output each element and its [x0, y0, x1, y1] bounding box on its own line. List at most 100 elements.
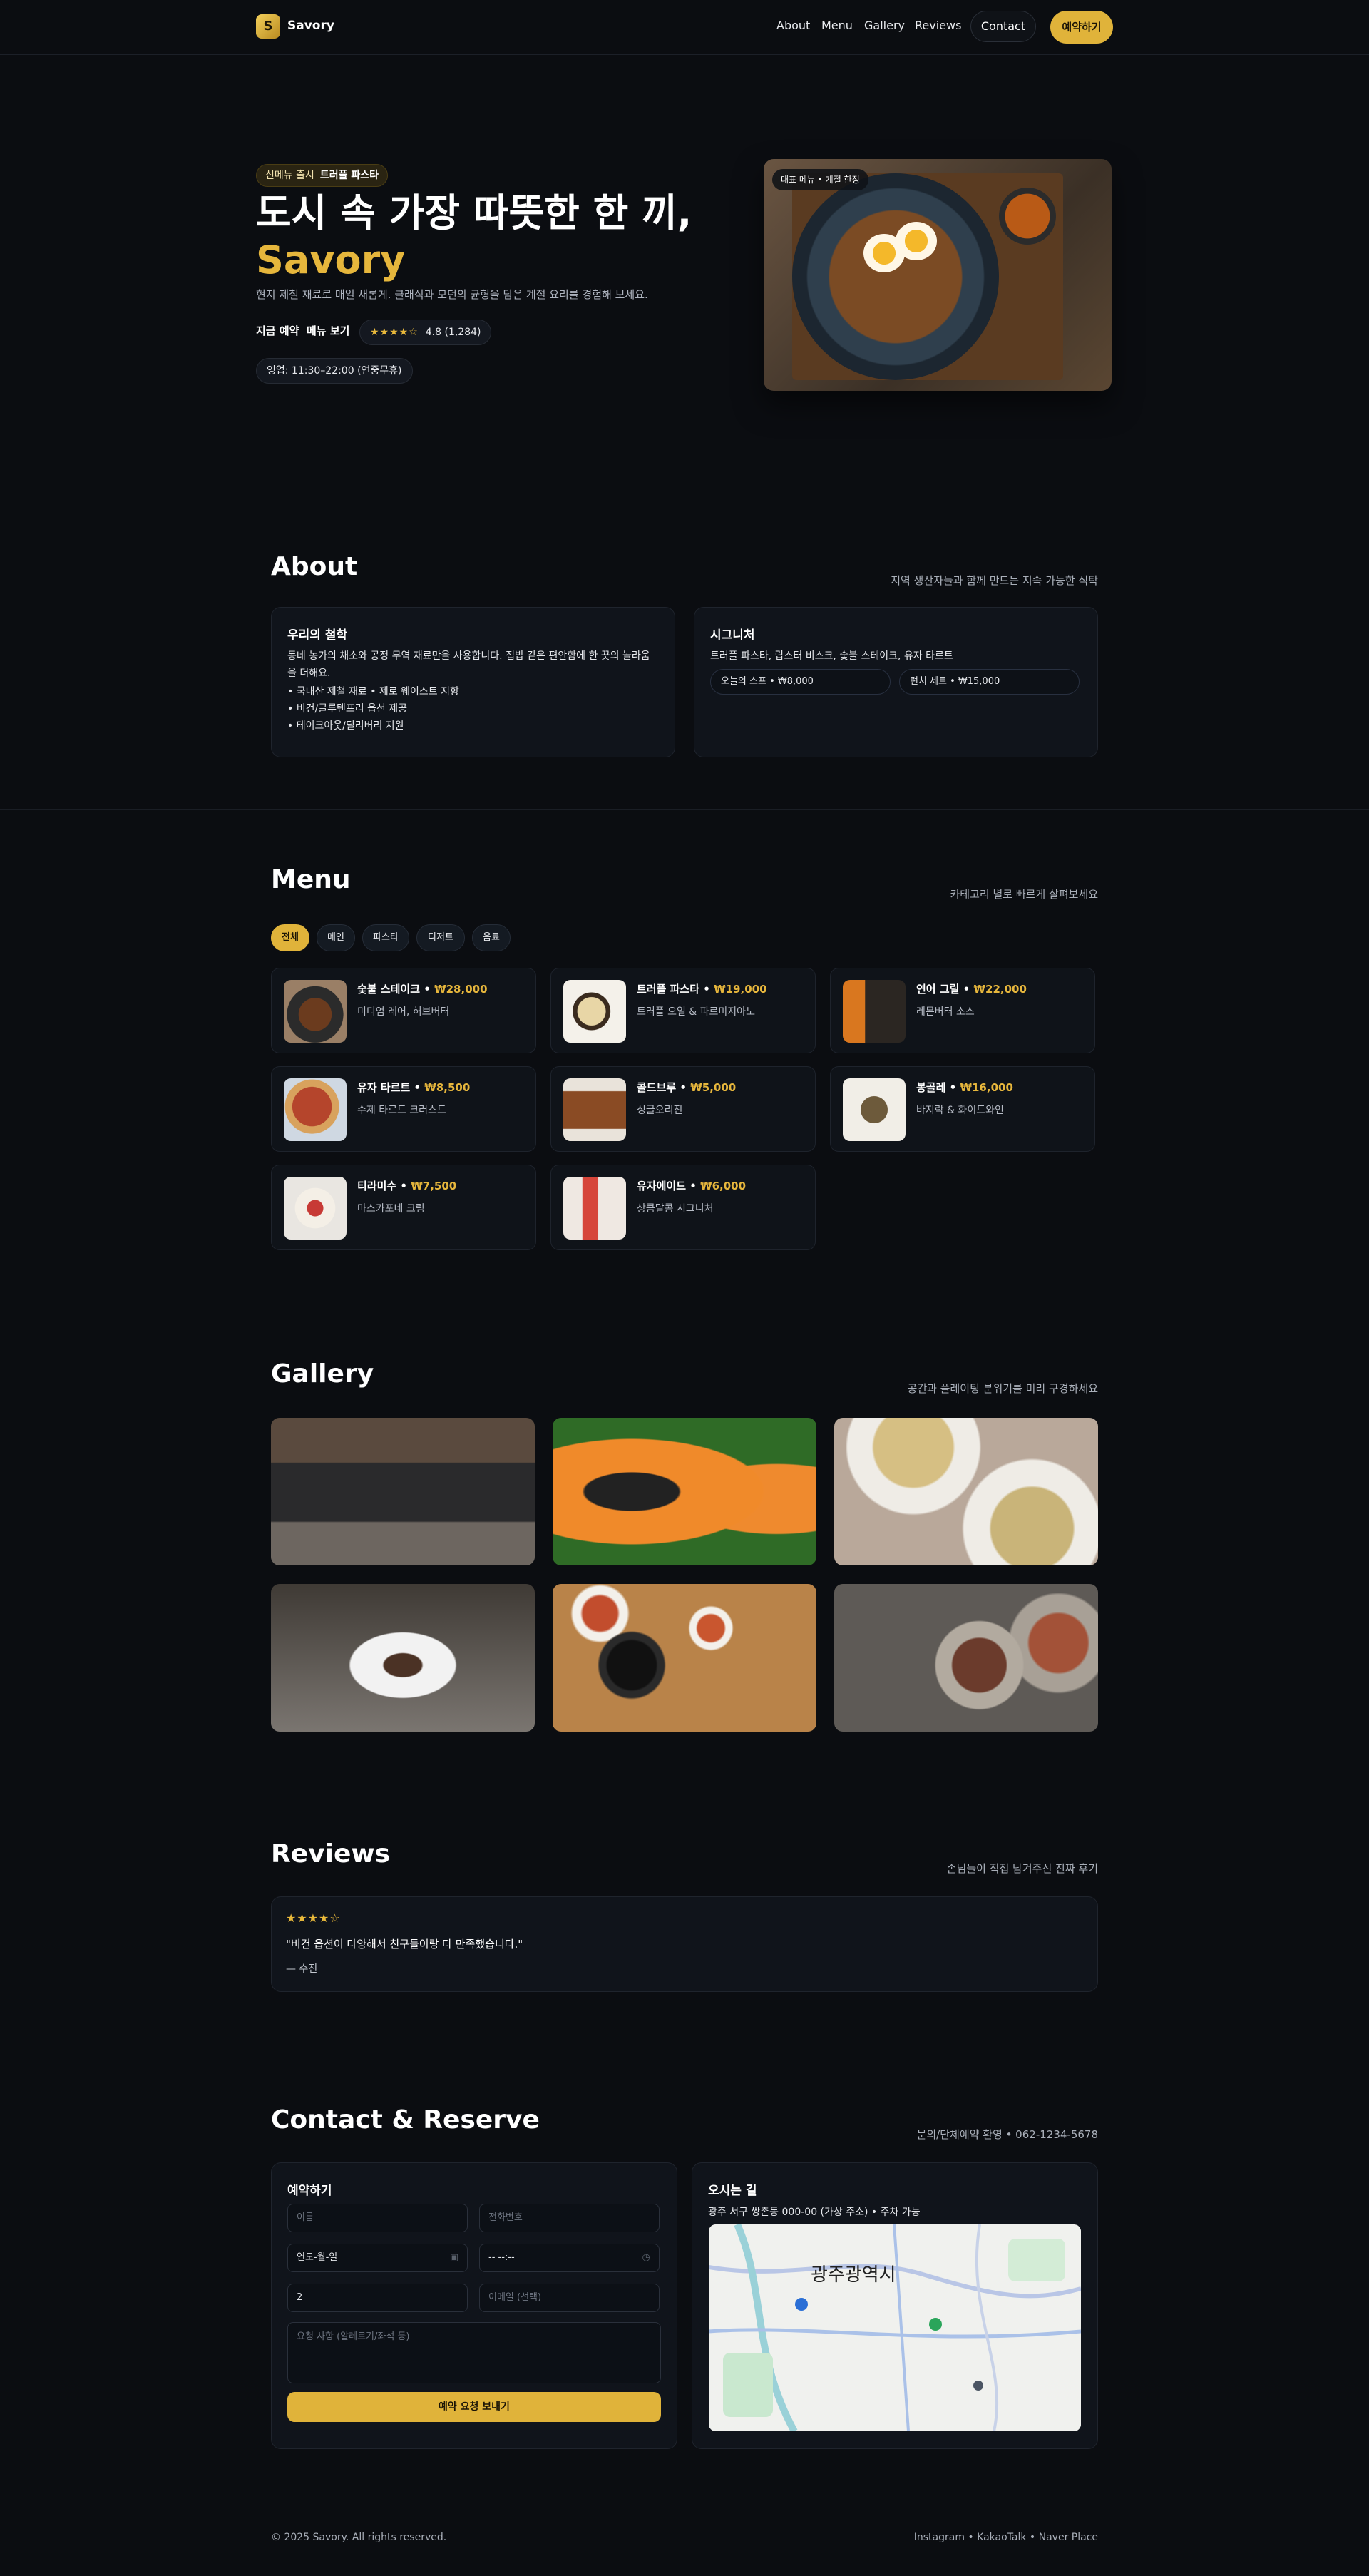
- philosophy-card: 우리의 철학 동네 농가의 채소와 공정 무역 재료만을 사용합니다. 집밥 같…: [271, 607, 675, 757]
- location-map[interactable]: 광주광역시: [709, 2224, 1081, 2431]
- name-field[interactable]: 이름: [287, 2204, 468, 2232]
- menu-item-card[interactable]: 연어 그릴 • ₩22,000 레몬버터 소스: [830, 968, 1095, 1053]
- menu-item-name: 콜드브루 • ₩5,000: [637, 1081, 737, 1094]
- email-field[interactable]: 이메일 (선택): [479, 2284, 660, 2312]
- guests-field[interactable]: 2: [287, 2284, 468, 2312]
- menu-item-desc: 트러플 오일 & 파르미지아노: [637, 1006, 755, 1018]
- lunch-chip: 런치 세트 • ₩15,000: [899, 669, 1080, 695]
- philosophy-title: 우리의 철학: [287, 628, 348, 643]
- yuzu-ade-thumb: [563, 1177, 626, 1240]
- tiramisu-thumb: [284, 1177, 347, 1240]
- menu-item-desc: 바지락 & 화이트와인: [916, 1105, 1004, 1116]
- date-field[interactable]: 연도-월-일 ▣: [287, 2244, 468, 2272]
- menu-item-desc: 싱글오리진: [637, 1105, 683, 1116]
- tart-thumb: [284, 1078, 347, 1141]
- filter-drink[interactable]: 음료: [472, 924, 511, 951]
- footer-copyright: © 2025 Savory. All rights reserved.: [271, 2532, 447, 2543]
- reviews-subtitle: 손님들이 직접 남겨주신 진짜 후기: [946, 1862, 1098, 1875]
- menu-item-desc: 미디엄 레어, 허브버터: [357, 1006, 450, 1018]
- gallery-photo-dining[interactable]: [271, 1418, 535, 1565]
- signature-title: 시그니처: [710, 628, 755, 643]
- time-value: -- --:--: [488, 2252, 515, 2263]
- contact-title: Contact & Reserve: [271, 2105, 540, 2135]
- review-quote: "비건 옵션이 다양해서 친구들이랑 다 만족했습니다.": [286, 1938, 523, 1951]
- address-text: 광주 서구 쌍촌동 000-00 (가상 주소) • 주차 가능: [708, 2207, 921, 2218]
- menu-title: Menu: [271, 865, 351, 894]
- reserve-now-link[interactable]: 지금 예약: [256, 323, 299, 338]
- pasta-thumb: [563, 980, 626, 1043]
- about-title: About: [271, 552, 358, 581]
- rating-stars: ★★★★☆: [370, 327, 419, 338]
- gallery-photo-plate[interactable]: [271, 1584, 535, 1732]
- filter-main[interactable]: 메인: [317, 924, 355, 951]
- nav-menu[interactable]: Menu: [821, 19, 853, 32]
- menu-item-desc: 마스카포네 크림: [357, 1203, 425, 1215]
- philosophy-list: • 국내산 제철 재료 • 제로 웨이스트 지향 • 비건/글루텐프리 옵션 제…: [287, 683, 459, 735]
- menu-item-name: 티라미수 • ₩7,500: [357, 1180, 457, 1192]
- clock-icon[interactable]: ◷: [642, 2244, 650, 2271]
- menu-item-card[interactable]: 티라미수 • ₩7,500 마스카포네 크림: [271, 1165, 536, 1250]
- submit-reservation-button[interactable]: 예약 요청 보내기: [287, 2392, 661, 2422]
- filter-all[interactable]: 전체: [271, 924, 309, 951]
- menu-item-desc: 레몬버터 소스: [916, 1006, 975, 1018]
- egg-shape: [896, 222, 937, 260]
- nav-reviews[interactable]: Reviews: [915, 19, 961, 32]
- gallery-photo-pasta[interactable]: [834, 1418, 1098, 1565]
- date-value: 연도-월-일: [297, 2252, 338, 2263]
- menu-item-desc: 상큼달콤 시그니처: [637, 1203, 714, 1215]
- gallery-photo-meat[interactable]: [834, 1584, 1098, 1732]
- review-stars: ★★★★☆: [286, 1911, 341, 1925]
- view-menu-link[interactable]: 메뉴 보기: [307, 323, 349, 338]
- reviews-title: Reviews: [271, 1839, 391, 1869]
- about-subtitle: 지역 생산자들과 함께 만드는 지속 가능한 식탁: [891, 574, 1098, 587]
- new-menu-label: 신메뉴 출시: [265, 170, 314, 181]
- signature-text: 트러플 파스타, 랍스터 비스크, 숯불 스테이크, 유자 타르트: [710, 650, 953, 662]
- new-menu-pill: 신메뉴 출시 트러플 파스타: [256, 164, 389, 187]
- calendar-icon[interactable]: ▣: [450, 2244, 458, 2271]
- logo-text[interactable]: Savory: [287, 19, 334, 33]
- phone-field[interactable]: 전화번호: [479, 2204, 660, 2232]
- logo-mark[interactable]: S: [256, 14, 280, 39]
- gallery-photo-hansik[interactable]: [553, 1584, 816, 1732]
- menu-item-card[interactable]: 콜드브루 • ₩5,000 싱글오리진: [550, 1066, 816, 1152]
- sauce-bowl-shape: [999, 188, 1056, 245]
- menu-item-card[interactable]: 숯불 스테이크 • ₩28,000 미디엄 레어, 허브버터: [271, 968, 536, 1053]
- menu-item-card[interactable]: 봉골레 • ₩16,000 바지락 & 화이트와인: [830, 1066, 1095, 1152]
- section-divider: [0, 809, 1369, 810]
- filter-pasta[interactable]: 파스타: [362, 924, 409, 951]
- menu-item-desc: 수제 타르트 크러스트: [357, 1105, 446, 1116]
- review-author: — 수진: [286, 1963, 318, 1975]
- image-badge: 대표 메뉴 • 계절 한정: [772, 169, 868, 190]
- nav-contact-button[interactable]: Contact: [970, 11, 1036, 42]
- filter-dessert[interactable]: 디저트: [416, 924, 465, 951]
- menu-item-card[interactable]: 유자 타르트 • ₩8,500 수제 타르트 크러스트: [271, 1066, 536, 1152]
- steak-thumb: [284, 980, 347, 1043]
- soup-chip: 오늘의 스프 • ₩8,000: [710, 669, 891, 695]
- gallery-photo-papaya[interactable]: [553, 1418, 816, 1565]
- philosophy-text: 동네 농가의 채소와 공정 무역 재료만을 사용합니다. 집밥 같은 편안함에 …: [287, 650, 650, 679]
- reserve-button[interactable]: 예약하기: [1050, 11, 1113, 44]
- directions-title: 오시는 길: [708, 2184, 757, 2198]
- nav-gallery[interactable]: Gallery: [864, 19, 905, 32]
- menu-item-card[interactable]: 트러플 파스타 • ₩19,000 트러플 오일 & 파르미지아노: [550, 968, 816, 1053]
- request-field[interactable]: 요청 사항 (알레르기/좌석 등): [287, 2322, 661, 2383]
- gallery-title: Gallery: [271, 1359, 374, 1389]
- menu-item-card[interactable]: 유자에이드 • ₩6,000 상큼달콤 시그니처: [550, 1165, 816, 1250]
- bowl-shape: [792, 173, 999, 380]
- menu-item-name: 유자에이드 • ₩6,000: [637, 1180, 747, 1192]
- coldbrew-thumb: [563, 1078, 626, 1141]
- hero-title-line2: Savory: [256, 237, 406, 282]
- hero-title-line1: 도시 속 가장 따뜻한 한 끼,: [256, 190, 692, 235]
- reservation-title: 예약하기: [287, 2184, 332, 2198]
- review-card: ★★★★☆ "비건 옵션이 다양해서 친구들이랑 다 만족했습니다." — 수진: [271, 1896, 1098, 1992]
- rating-value: 4.8 (1,284): [425, 327, 481, 338]
- time-field[interactable]: -- --:-- ◷: [479, 2244, 660, 2272]
- salmon-thumb: [843, 980, 906, 1043]
- hero-dish-image: 대표 메뉴 • 계절 한정: [764, 159, 1112, 391]
- menu-item-name: 숯불 스테이크 • ₩28,000: [357, 983, 488, 996]
- nav-about[interactable]: About: [776, 19, 810, 32]
- footer-links[interactable]: Instagram • KakaoTalk • Naver Place: [914, 2532, 1098, 2543]
- list-item: • 테이크아웃/딜리버리 지원: [287, 720, 404, 732]
- menu-item-name: 유자 타르트 • ₩8,500: [357, 1081, 471, 1094]
- rating-pill: ★★★★☆ 4.8 (1,284): [359, 320, 492, 345]
